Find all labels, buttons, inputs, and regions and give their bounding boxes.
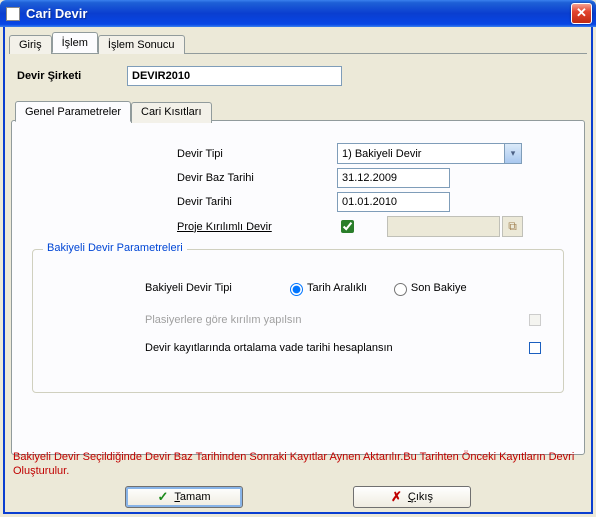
proje-kirilimli-checkbox[interactable] <box>341 220 354 233</box>
vade-checkbox[interactable] <box>529 342 541 354</box>
lookup-icon[interactable]: ⧉ <box>502 216 523 237</box>
tab-genel-parametreler[interactable]: Genel Parametreler <box>15 101 131 122</box>
tab-giris[interactable]: Giriş <box>9 35 52 54</box>
devir-tipi-dropdown[interactable]: 1) Bakiyeli Devir ▾ <box>337 143 522 164</box>
cancel-label: Çıkış <box>408 491 433 503</box>
devir-tarihi-input[interactable] <box>337 192 450 212</box>
window-body: Giriş İşlem İşlem Sonucu Devir Şirketi G… <box>3 27 593 514</box>
tab-islem[interactable]: İşlem <box>52 32 98 53</box>
plasiyer-checkbox <box>529 314 541 326</box>
top-tabs: Giriş İşlem İşlem Sonucu <box>5 27 591 53</box>
app-icon <box>6 7 20 21</box>
group-legend: Bakiyeli Devir Parametreleri <box>43 242 187 254</box>
window-title: Cari Devir <box>26 6 571 21</box>
radio-tarih-label: Tarih Aralıklı <box>307 282 367 294</box>
tab-islem-sonucu[interactable]: İşlem Sonucu <box>98 35 185 54</box>
proje-kirilimli-disabled-field <box>387 216 500 237</box>
ok-button[interactable]: ✓ Tamam <box>125 486 243 508</box>
devir-baz-tarihi-label: Devir Baz Tarihi <box>177 172 337 184</box>
tab-cari-kisitlari[interactable]: Cari Kısıtları <box>131 102 212 123</box>
close-button[interactable]: ✕ <box>571 3 592 24</box>
x-icon: ✗ <box>391 489 402 505</box>
button-bar: ✓ Tamam ✗ Çıkış <box>5 486 591 508</box>
proje-kirilimli-label: Proje Kırılımlı Devir <box>177 221 337 233</box>
check-icon: ✓ <box>158 489 169 505</box>
devir-tipi-value: 1) Bakiyeli Devir <box>342 148 421 160</box>
devir-baz-tarihi-input[interactable] <box>337 168 450 188</box>
cancel-button[interactable]: ✗ Çıkış <box>353 486 471 508</box>
devir-tipi-label: Devir Tipi <box>177 148 337 160</box>
radio-son-label: Son Bakiye <box>411 282 467 294</box>
titlebar: Cari Devir ✕ <box>0 0 596 27</box>
plasiyer-row: Plasiyerlere göre kırılım yapılsın <box>145 314 541 326</box>
ok-label: Tamam <box>174 491 210 503</box>
radio-tarih-aralikli[interactable]: Tarih Aralıklı <box>285 280 367 296</box>
devir-tarihi-label: Devir Tarihi <box>177 196 337 208</box>
help-text: Bakiyeli Devir Seçildiğinde Devir Baz Ta… <box>11 450 585 478</box>
radio-son-bakiye[interactable]: Son Bakiye <box>389 280 467 296</box>
chevron-down-icon: ▾ <box>504 144 521 163</box>
plasiyer-label: Plasiyerlere göre kırılım yapılsın <box>145 314 509 326</box>
devir-sirketi-input[interactable] <box>127 66 342 86</box>
vade-label: Devir kayıtlarında ortalama vade tarihi … <box>145 342 509 354</box>
inner-tab-panel: Genel Parametreler Cari Kısıtları Devir … <box>11 120 585 455</box>
bakiyeli-devir-group: Bakiyeli Devir Parametreleri Bakiyeli De… <box>32 249 564 393</box>
devir-sirketi-label: Devir Şirketi <box>17 70 127 82</box>
bakiyeli-tipi-label: Bakiyeli Devir Tipi <box>145 282 285 294</box>
vade-row: Devir kayıtlarında ortalama vade tarihi … <box>145 342 541 354</box>
devir-sirketi-row: Devir Şirketi <box>5 54 591 94</box>
